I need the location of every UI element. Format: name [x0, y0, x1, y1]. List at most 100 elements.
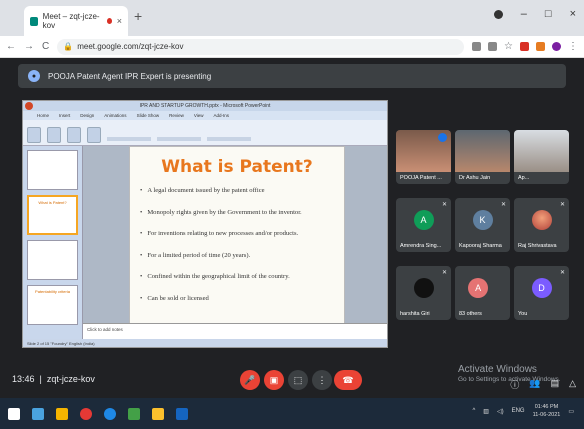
taskbar-clock[interactable]: 01:46 PM 11-06-2021: [533, 403, 561, 419]
slide-thumbnail: [27, 240, 78, 280]
more-options-button[interactable]: ⋮: [312, 370, 332, 390]
mic-toggle-button[interactable]: 🎤: [240, 370, 260, 390]
info-icon[interactable]: ⓘ: [510, 378, 519, 391]
back-button[interactable]: ←: [6, 41, 16, 52]
ribbon-button-icon: [27, 127, 41, 143]
profile-icon[interactable]: [493, 9, 503, 19]
windows-start-icon[interactable]: [8, 407, 20, 420]
volume-icon[interactable]: ◁): [497, 408, 504, 415]
tab-close-icon[interactable]: ×: [117, 16, 122, 26]
edge-icon[interactable]: [104, 407, 116, 420]
ribbon-tab: Slide Show: [136, 113, 160, 118]
chat-icon[interactable]: ▤: [551, 378, 560, 391]
cast-icon[interactable]: [472, 42, 482, 51]
participant-name: Kapooraj Sharma: [459, 243, 502, 249]
restore-button[interactable]: □: [545, 8, 552, 20]
participant-tile[interactable]: Dr Ashu Jain: [455, 130, 510, 184]
participant-avatar: K: [472, 210, 493, 230]
participant-tile[interactable]: ✕ A Amrendra Sing...: [396, 198, 451, 252]
star-icon[interactable]: ☆: [504, 41, 513, 52]
extension-red-icon[interactable]: [520, 42, 529, 51]
tab-title: Meet – zqt-jcze-kov: [42, 12, 100, 30]
notifications-icon[interactable]: ▭: [568, 408, 574, 415]
profile-avatar-icon[interactable]: [552, 42, 561, 51]
system-tray: ^ ▥ ◁) ENG 01:46 PM 11-06-2021 ▭: [472, 403, 574, 419]
chrome-icon[interactable]: [80, 407, 92, 420]
bullet-item: A legal document issued by the patent of…: [140, 187, 340, 194]
bullet-item: For a limited period of time (20 years).: [140, 252, 340, 259]
browser-tab-meet[interactable]: Meet – zqt-jcze-kov ×: [24, 6, 128, 36]
window-controls: – □ ×: [493, 8, 576, 20]
slide-thumbnail: Patentability criteria: [27, 285, 78, 325]
powerpoint-titlebar: IPR AND STARTUP GROWTH.pptx - Microsoft …: [23, 101, 387, 111]
ribbon-tab: Insert: [59, 113, 71, 118]
clock-time: 01:46 PM: [534, 404, 559, 410]
minimize-button[interactable]: –: [521, 8, 527, 20]
forward-button[interactable]: →: [24, 41, 34, 52]
participant-name: POOJA Patent ...: [400, 175, 442, 181]
extension-orange-icon[interactable]: [536, 42, 545, 51]
activate-title: Activate Windows: [458, 364, 537, 375]
powerpoint-window-title: IPR AND STARTUP GROWTH.pptx - Microsoft …: [139, 103, 271, 109]
ribbon: [23, 120, 387, 146]
ribbon-tab: Animations: [104, 113, 127, 118]
present-button[interactable]: ⬚: [288, 370, 308, 390]
browser-toolbar: ← → C 🔒 meet.google.com/zqt-jcze-kov ☆ ⋮: [0, 36, 584, 58]
slide-thumbnail-selected: What is Patent?: [27, 195, 78, 235]
menu-icon[interactable]: ⋮: [568, 41, 578, 52]
ribbon-button-icon: [47, 127, 61, 143]
bullet-item: Monopoly rights given by the Government …: [140, 209, 340, 216]
presenter-icon: ●: [28, 70, 40, 82]
meeting-clock: 13:46: [12, 374, 35, 384]
grid-extension-icon[interactable]: [488, 42, 498, 51]
input-language[interactable]: ENG: [512, 408, 525, 414]
ribbon-tab: Add-Ins: [213, 113, 230, 118]
taskview-icon[interactable]: [32, 407, 44, 420]
mic-off-icon: ✕: [559, 202, 565, 208]
participant-tile[interactable]: ✕ harshita Giri: [396, 266, 451, 320]
close-window-button[interactable]: ×: [570, 8, 576, 20]
office-logo-icon: [25, 102, 33, 110]
camera-toggle-button[interactable]: ▣: [264, 370, 284, 390]
presenting-text: POOJA Patent Agent IPR Expert is present…: [48, 71, 212, 81]
new-tab-button[interactable]: +: [134, 8, 142, 24]
word-icon[interactable]: [176, 407, 188, 420]
presenting-banner: ● POOJA Patent Agent IPR Expert is prese…: [18, 64, 566, 88]
meet-side-controls: ⓘ 👥 ▤ △: [510, 378, 576, 391]
participant-name: 83 others: [459, 311, 482, 317]
participant-video: [455, 130, 510, 172]
participant-tile[interactable]: POOJA Patent ...: [396, 130, 451, 184]
reload-button[interactable]: C: [42, 41, 49, 52]
network-icon[interactable]: ▥: [483, 408, 489, 415]
ribbon-button-icon: [87, 127, 101, 143]
app-icon[interactable]: [128, 407, 140, 420]
participant-tile[interactable]: ✕ K Kapooraj Sharma: [455, 198, 510, 252]
powerpoint-status-bar: Slide 2 of 15 "Foundry" English (India): [23, 339, 387, 347]
ribbon-tabs: Home Insert Design Animations Slide Show…: [23, 111, 387, 120]
people-icon[interactable]: 👥: [529, 378, 540, 391]
recording-dot-icon: [106, 18, 112, 24]
folder-icon[interactable]: [152, 407, 164, 420]
url-text: meet.google.com/zqt-jcze-kov: [77, 42, 184, 51]
address-bar[interactable]: 🔒 meet.google.com/zqt-jcze-kov: [57, 38, 465, 55]
participant-tile[interactable]: Ap...: [514, 130, 569, 184]
ribbon-button-icon: [67, 127, 81, 143]
leave-call-button[interactable]: ☎: [334, 370, 362, 390]
activities-icon[interactable]: △: [569, 378, 576, 391]
ribbon-option: [207, 137, 251, 141]
slide-thumbnails: What is Patent? Patentability criteria: [23, 146, 83, 339]
self-tile[interactable]: ✕ D You: [514, 266, 569, 320]
mic-off-icon: ✕: [441, 270, 447, 276]
browser-tab-bar: Meet – zqt-jcze-kov × + – □ ×: [0, 0, 584, 36]
participant-tile[interactable]: ✕ Raj Shrivastava: [514, 198, 569, 252]
current-slide: What is Patent? A legal document issued …: [129, 146, 345, 326]
file-explorer-icon[interactable]: [56, 407, 68, 420]
powerpoint-body: What is Patent? Patentability criteria W…: [23, 146, 387, 339]
participant-avatar: A: [413, 210, 434, 230]
ribbon-tab: Design: [80, 113, 95, 118]
others-tile[interactable]: A 83 others: [455, 266, 510, 320]
tray-arrow-icon[interactable]: ^: [472, 408, 475, 414]
participant-name: Dr Ashu Jain: [459, 175, 491, 181]
meeting-code: zqt-jcze-kov: [46, 374, 95, 384]
ribbon-option: [107, 137, 151, 141]
